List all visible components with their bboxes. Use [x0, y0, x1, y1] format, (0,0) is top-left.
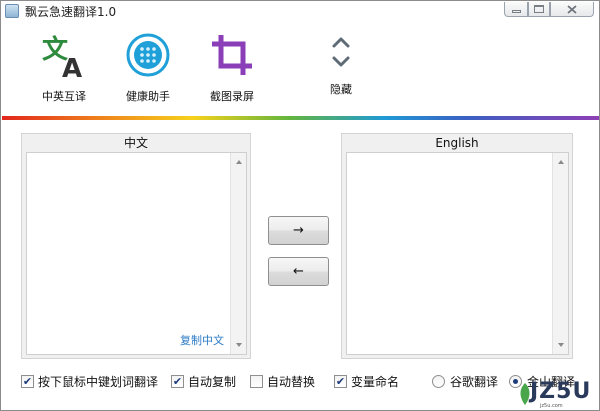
toolbar-health-label: 健康助手 — [126, 90, 170, 103]
english-panel-header: English — [435, 136, 479, 150]
chinese-scrollbar[interactable] — [230, 153, 246, 354]
scroll-up-button[interactable] — [553, 155, 568, 169]
google-translate-option[interactable]: 谷歌翻译 — [432, 373, 498, 390]
arrow-right-icon: → — [293, 223, 304, 238]
scroll-up-button[interactable] — [231, 155, 246, 169]
translate-to-english-button[interactable]: → — [268, 216, 329, 245]
watermark-text: JZ5U — [530, 379, 592, 404]
variable-naming-checkbox[interactable]: ✔ — [334, 375, 347, 388]
google-translate-label: 谷歌翻译 — [450, 375, 499, 389]
middle-click-translate-option[interactable]: ✔ 按下鼠标中键划词翻译 — [21, 373, 158, 390]
title-bar[interactable]: 飘云急速翻译1.0 — [1, 1, 599, 21]
auto-copy-label: 自动复制 — [188, 375, 237, 389]
chinese-text-area[interactable]: 复制中文 — [26, 152, 247, 355]
middle-click-translate-checkbox[interactable]: ✔ — [21, 375, 34, 388]
health-assistant-icon — [126, 33, 170, 77]
toolbar-hide-label: 隐藏 — [330, 83, 352, 96]
toolbar-translate-button[interactable]: 文 A 中英互译 — [29, 31, 99, 105]
middle-click-translate-label: 按下鼠标中键划词翻译 — [38, 375, 159, 389]
app-icon — [5, 4, 19, 18]
crop-screenshot-icon — [212, 35, 252, 75]
minimize-icon — [511, 10, 521, 13]
toolbar-capture-label: 截图录屏 — [210, 90, 254, 103]
english-panel: English — [341, 133, 573, 359]
auto-replace-label: 自动替换 — [267, 375, 316, 389]
auto-copy-option[interactable]: ✔ 自动复制 — [171, 373, 236, 390]
english-scrollbar[interactable] — [552, 153, 568, 354]
chevron-collapse-icon — [332, 37, 350, 67]
toolbar-capture-button[interactable]: 截图录屏 — [197, 31, 267, 105]
auto-copy-checkbox[interactable]: ✔ — [171, 375, 184, 388]
site-watermark: JZ5U jz5u.com — [518, 379, 598, 409]
minimize-button[interactable] — [504, 2, 528, 17]
google-translate-radio[interactable] — [432, 375, 445, 388]
scroll-down-button[interactable] — [553, 338, 568, 352]
arrow-left-icon: ← — [293, 264, 304, 279]
auto-replace-checkbox[interactable] — [250, 375, 263, 388]
app-window: 飘云急速翻译1.0 文 A 中英互译 健康助手 截图录屏 隐藏 中文 复制中文 … — [0, 0, 600, 411]
rainbow-divider — [2, 116, 599, 120]
english-text-area[interactable] — [346, 152, 569, 355]
arrow-down-icon — [235, 343, 242, 347]
arrow-up-icon — [557, 160, 564, 164]
translate-icon: 文 A — [42, 34, 82, 79]
svg-text:A: A — [62, 54, 82, 79]
maximize-icon — [534, 5, 544, 13]
translate-to-chinese-button[interactable]: ← — [268, 257, 329, 286]
variable-naming-label: 变量命名 — [351, 375, 400, 389]
close-button[interactable] — [550, 2, 594, 17]
arrow-up-icon — [235, 160, 242, 164]
variable-naming-option[interactable]: ✔ 变量命名 — [334, 373, 399, 390]
window-title: 飘云急速翻译1.0 — [25, 5, 117, 19]
toolbar-translate-label: 中英互译 — [42, 90, 86, 103]
auto-replace-option[interactable]: 自动替换 — [250, 373, 315, 390]
chinese-panel: 中文 复制中文 — [21, 133, 251, 359]
watermark-subtext: jz5u.com — [540, 403, 563, 409]
maximize-button[interactable] — [528, 2, 550, 17]
chinese-panel-header: 中文 — [123, 136, 148, 150]
scroll-down-button[interactable] — [231, 338, 246, 352]
toolbar-hide-button[interactable]: 隐藏 — [306, 31, 376, 105]
close-icon — [567, 4, 577, 14]
copy-chinese-link[interactable]: 复制中文 — [180, 332, 224, 348]
toolbar-health-button[interactable]: 健康助手 — [113, 31, 183, 105]
arrow-down-icon — [557, 343, 564, 347]
